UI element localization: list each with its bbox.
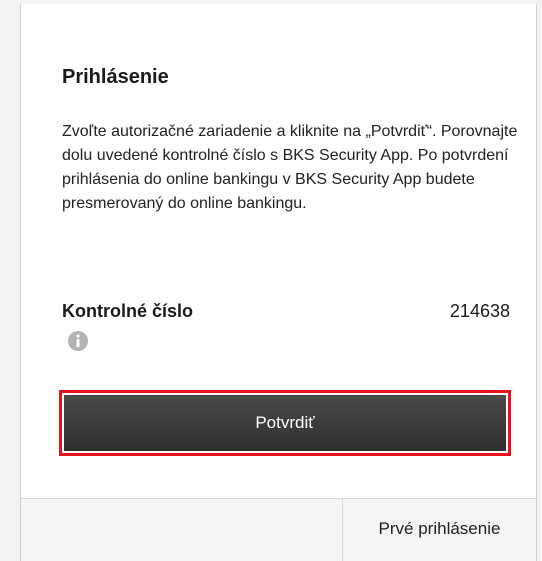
control-number-label: Kontrolné číslo	[62, 301, 194, 321]
panel-footer: Prvé prihlásenie	[21, 499, 536, 561]
info-icon-graphic	[68, 331, 88, 351]
panel-title: Prihlásenie	[62, 66, 169, 88]
confirm-button[interactable]: Potvrdiť	[64, 395, 506, 451]
first-login-link[interactable]: Prvé prihlásenie	[343, 499, 536, 561]
info-icon[interactable]	[68, 331, 88, 351]
control-number-value: 214638	[449, 301, 510, 321]
instructions-text: Zvoľte autorizačné zariadenie a kliknite…	[62, 123, 518, 212]
footer-empty-cell	[21, 499, 342, 561]
confirm-button-highlight: Potvrdiť	[59, 390, 511, 456]
login-panel: Prihlásenie Zvoľte autorizačné zariadeni…	[20, 4, 537, 561]
